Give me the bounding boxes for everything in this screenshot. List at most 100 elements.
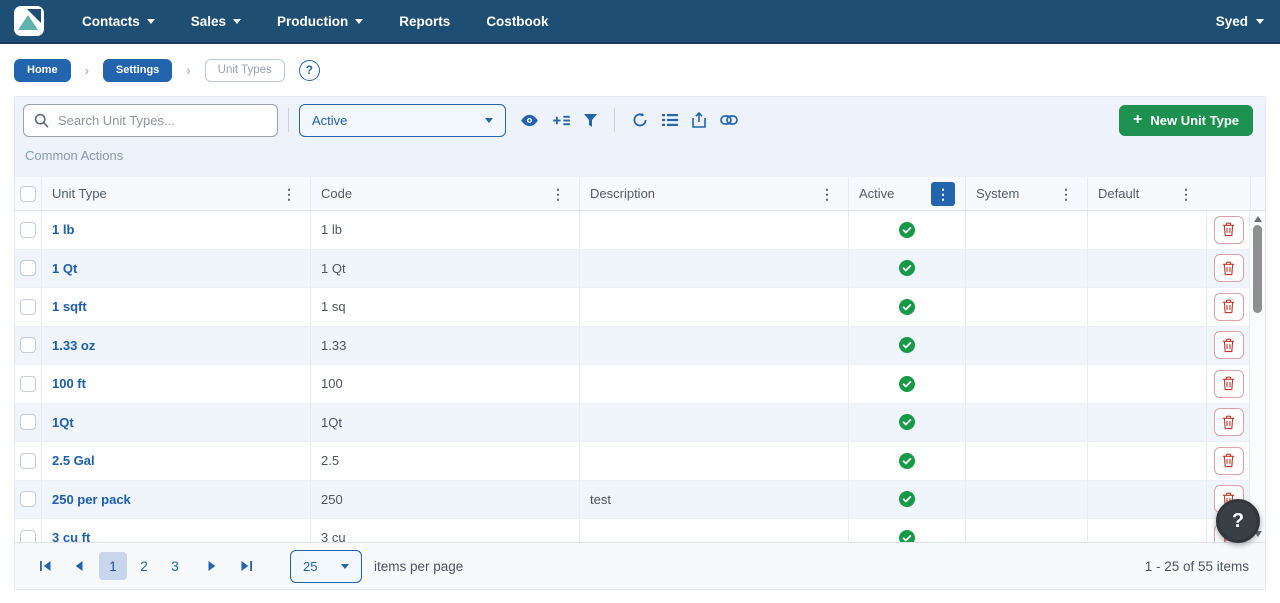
- column-menu-icon[interactable]: ⋮: [931, 182, 955, 206]
- nav-item-costbook[interactable]: Costbook: [486, 14, 548, 29]
- last-page-icon: [240, 560, 253, 572]
- delete-button[interactable]: [1214, 331, 1244, 359]
- range-summary: 1 - 25 of 55 items: [1145, 559, 1249, 574]
- column-menu-icon[interactable]: ⋮: [278, 185, 300, 203]
- unit-type-cell: 250 per pack: [42, 481, 311, 519]
- unit-type-link[interactable]: 1.33 oz: [52, 338, 95, 353]
- app-logo[interactable]: [14, 6, 44, 36]
- refresh-button[interactable]: [632, 108, 648, 132]
- breadcrumb-separator: ›: [186, 63, 190, 78]
- row-checkbox[interactable]: [20, 491, 36, 507]
- breadcrumb-settings[interactable]: Settings: [103, 59, 172, 82]
- column-header-default[interactable]: Default ⋮: [1088, 177, 1207, 210]
- scroll-up-arrow-icon[interactable]: [1254, 216, 1262, 222]
- floating-help-button[interactable]: ?: [1216, 499, 1260, 543]
- table-row: 250 per pack 250 test: [15, 481, 1265, 520]
- unit-type-link[interactable]: 1 sqft: [52, 299, 87, 314]
- delete-button[interactable]: [1214, 254, 1244, 282]
- column-menu-icon[interactable]: ⋮: [816, 185, 838, 203]
- column-menu-icon[interactable]: ⋮: [547, 185, 569, 203]
- last-page-button[interactable]: [232, 552, 260, 580]
- breadcrumb-unit-types[interactable]: Unit Types: [205, 59, 285, 82]
- breadcrumb-home[interactable]: Home: [14, 59, 71, 82]
- row-checkbox[interactable]: [20, 530, 36, 542]
- unit-type-link[interactable]: 1Qt: [52, 415, 74, 430]
- page-size-value: 25: [303, 559, 317, 574]
- row-checkbox[interactable]: [20, 376, 36, 392]
- column-header-label: System: [976, 186, 1019, 201]
- list-view-button[interactable]: [662, 108, 678, 132]
- search-input[interactable]: [58, 113, 267, 128]
- description-cell: [580, 327, 849, 365]
- select-all-checkbox[interactable]: [20, 186, 36, 202]
- unit-type-link[interactable]: 2.5 Gal: [52, 453, 95, 468]
- pagination-bar: 123 25 items per page 1 - 25 of 55 items: [15, 542, 1265, 589]
- row-actions-cell: [1207, 442, 1251, 480]
- toolbar: Active: [15, 97, 1265, 142]
- row-checkbox[interactable]: [20, 260, 36, 276]
- unit-type-link[interactable]: 1 Qt: [52, 261, 77, 276]
- next-page-button[interactable]: [198, 552, 226, 580]
- column-header-unit-type[interactable]: Unit Type ⋮: [42, 177, 311, 210]
- status-filter-dropdown[interactable]: Active: [299, 104, 506, 137]
- delete-button[interactable]: [1214, 408, 1244, 436]
- vertical-scrollbar[interactable]: [1249, 211, 1265, 542]
- first-page-button[interactable]: [31, 552, 59, 580]
- column-header-label: Unit Type: [52, 186, 107, 201]
- unit-type-cell: 1 sqft: [42, 288, 311, 326]
- toolbar-divider: [614, 108, 615, 132]
- code-cell: 2.5: [311, 442, 580, 480]
- common-actions-link[interactable]: Common Actions: [15, 142, 1265, 177]
- page-button-2[interactable]: 2: [130, 552, 158, 580]
- column-header-description[interactable]: Description ⋮: [580, 177, 849, 210]
- column-header-code[interactable]: Code ⋮: [311, 177, 580, 210]
- unit-type-link[interactable]: 100 ft: [52, 376, 86, 391]
- visibility-button[interactable]: [520, 108, 539, 132]
- nav-item-reports[interactable]: Reports: [399, 14, 450, 29]
- delete-button[interactable]: [1214, 370, 1244, 398]
- nav-item-sales[interactable]: Sales: [191, 14, 241, 29]
- column-menu-icon[interactable]: ⋮: [1055, 185, 1077, 203]
- row-select-cell: [15, 327, 42, 365]
- column-chooser-button[interactable]: [553, 108, 570, 132]
- header-select-all-cell: [15, 177, 42, 210]
- nav-item-production[interactable]: Production: [277, 14, 363, 29]
- page-button-1[interactable]: 1: [99, 552, 127, 580]
- row-checkbox[interactable]: [20, 299, 36, 315]
- chevron-down-icon: [233, 19, 241, 24]
- delete-button[interactable]: [1214, 293, 1244, 321]
- row-checkbox[interactable]: [20, 453, 36, 469]
- unit-type-link[interactable]: 3 cu ft: [52, 530, 90, 542]
- unit-type-link[interactable]: 250 per pack: [52, 492, 131, 507]
- link-button[interactable]: [720, 108, 738, 132]
- column-header-active[interactable]: Active ⋮: [849, 177, 966, 210]
- trash-icon: [1222, 415, 1235, 430]
- app-root: Contacts Sales Production Reports Costbook S…: [0, 0, 1280, 590]
- code-cell: 1.33: [311, 327, 580, 365]
- unit-types-table: Unit Type ⋮ Code ⋮ Description ⋮ Active …: [15, 177, 1265, 589]
- column-header-system[interactable]: System ⋮: [966, 177, 1088, 210]
- filter-button[interactable]: [584, 108, 597, 132]
- help-icon[interactable]: ?: [299, 60, 320, 81]
- row-checkbox[interactable]: [20, 222, 36, 238]
- page-size-dropdown[interactable]: 25: [290, 550, 362, 583]
- nav-item-contacts[interactable]: Contacts: [82, 14, 155, 29]
- delete-button[interactable]: [1214, 447, 1244, 475]
- row-checkbox[interactable]: [20, 414, 36, 430]
- page-button-3[interactable]: 3: [161, 552, 189, 580]
- unit-type-link[interactable]: 1 lb: [52, 222, 74, 237]
- previous-page-button[interactable]: [65, 552, 93, 580]
- column-menu-icon[interactable]: ⋮: [1175, 185, 1197, 203]
- nav-item-label: Production: [277, 14, 348, 29]
- scrollbar-thumb[interactable]: [1253, 225, 1262, 313]
- user-name: Syed: [1216, 14, 1248, 29]
- code-cell: 1Qt: [311, 404, 580, 442]
- new-unit-type-button[interactable]: + New Unit Type: [1119, 105, 1253, 136]
- row-checkbox[interactable]: [20, 337, 36, 353]
- delete-button[interactable]: [1214, 216, 1244, 244]
- export-button[interactable]: [692, 108, 706, 132]
- row-actions-cell: [1207, 327, 1251, 365]
- page-numbers: 123: [99, 552, 192, 580]
- user-menu[interactable]: Syed: [1216, 14, 1264, 29]
- active-cell: [849, 327, 966, 365]
